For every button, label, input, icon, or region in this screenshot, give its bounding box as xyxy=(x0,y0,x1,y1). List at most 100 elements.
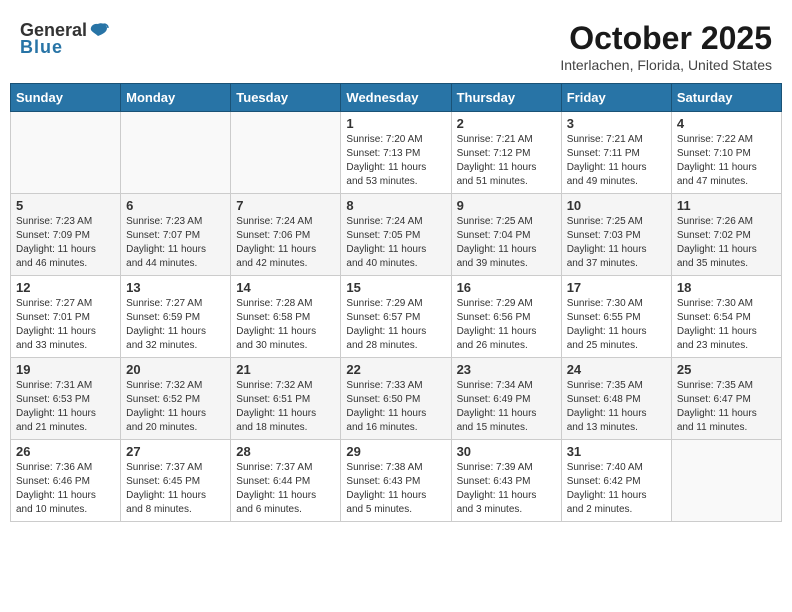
day-info: Sunrise: 7:25 AM Sunset: 7:04 PM Dayligh… xyxy=(457,215,556,271)
day-number: 13 xyxy=(126,280,225,295)
calendar-day-15: 15 Sunrise: 7:29 AM Sunset: 6:57 PM Dayli… xyxy=(341,276,451,358)
day-info: Sunrise: 7:39 AM Sunset: 6:43 PM Dayligh… xyxy=(457,461,556,517)
calendar-day-5: 5Sunrise: 7:23 AM Sunset: 7:09 PM Daylig… xyxy=(11,194,121,276)
weekday-header-sunday: Sunday xyxy=(11,84,121,112)
day-info: Sunrise: 7:23 AM Sunset: 7:09 PM Dayligh… xyxy=(16,215,115,271)
day-number: 26 xyxy=(16,444,115,459)
calendar-day-10: 10 Sunrise: 7:25 AM Sunset: 7:03 PM Dayli… xyxy=(561,194,671,276)
calendar-day-12: 12 Sunrise: 7:27 AM Sunset: 7:01 PM Dayli… xyxy=(11,276,121,358)
calendar-week-row: 26Sunrise: 7:36 AM Sunset: 6:46 PM Dayli… xyxy=(11,440,782,522)
calendar-header-row: SundayMondayTuesdayWednesdayThursdayFrid… xyxy=(11,84,782,112)
day-info: Sunrise: 7:30 AM Sunset: 6:54 PM Dayligh… xyxy=(677,297,776,353)
day-info: Sunrise: 7:27 AM Sunset: 7:01 PM Dayligh… xyxy=(16,297,115,353)
logo: General Blue xyxy=(20,20,109,58)
calendar-day-7: 7 Sunrise: 7:24 AM Sunset: 7:06 PM Daylig… xyxy=(231,194,341,276)
day-number: 27 xyxy=(126,444,225,459)
calendar-day-27: 27 Sunrise: 7:37 AM Sunset: 6:45 PM Dayli… xyxy=(121,440,231,522)
day-number: 6 xyxy=(126,198,225,213)
day-info: Sunrise: 7:35 AM Sunset: 6:48 PM Dayligh… xyxy=(567,379,666,435)
day-info: Sunrise: 7:24 AM Sunset: 7:05 PM Dayligh… xyxy=(346,215,445,271)
day-info: Sunrise: 7:20 AM Sunset: 7:13 PM Dayligh… xyxy=(346,133,445,189)
calendar-week-row: 5Sunrise: 7:23 AM Sunset: 7:09 PM Daylig… xyxy=(11,194,782,276)
day-number: 18 xyxy=(677,280,776,295)
day-info: Sunrise: 7:29 AM Sunset: 6:57 PM Dayligh… xyxy=(346,297,445,353)
day-number: 16 xyxy=(457,280,556,295)
day-info: Sunrise: 7:31 AM Sunset: 6:53 PM Dayligh… xyxy=(16,379,115,435)
weekday-header-saturday: Saturday xyxy=(671,84,781,112)
day-number: 10 xyxy=(567,198,666,213)
empty-day-cell xyxy=(231,112,341,194)
title-section: October 2025 Interlachen, Florida, Unite… xyxy=(560,20,772,73)
day-info: Sunrise: 7:25 AM Sunset: 7:03 PM Dayligh… xyxy=(567,215,666,271)
weekday-header-wednesday: Wednesday xyxy=(341,84,451,112)
calendar-day-2: 2 Sunrise: 7:21 AM Sunset: 7:12 PM Daylig… xyxy=(451,112,561,194)
day-info: Sunrise: 7:24 AM Sunset: 7:06 PM Dayligh… xyxy=(236,215,335,271)
day-number: 1 xyxy=(346,116,445,131)
page-header: General Blue October 2025 Interlachen, F… xyxy=(10,10,782,78)
calendar-day-9: 9 Sunrise: 7:25 AM Sunset: 7:04 PM Daylig… xyxy=(451,194,561,276)
calendar-day-19: 19Sunrise: 7:31 AM Sunset: 6:53 PM Dayli… xyxy=(11,358,121,440)
day-info: Sunrise: 7:33 AM Sunset: 6:50 PM Dayligh… xyxy=(346,379,445,435)
day-number: 25 xyxy=(677,362,776,377)
calendar-day-29: 29Sunrise: 7:38 AM Sunset: 6:43 PM Dayli… xyxy=(341,440,451,522)
day-number: 17 xyxy=(567,280,666,295)
day-info: Sunrise: 7:28 AM Sunset: 6:58 PM Dayligh… xyxy=(236,297,335,353)
day-info: Sunrise: 7:37 AM Sunset: 6:45 PM Dayligh… xyxy=(126,461,225,517)
calendar-week-row: 12 Sunrise: 7:27 AM Sunset: 7:01 PM Dayli… xyxy=(11,276,782,358)
day-number: 22 xyxy=(346,362,445,377)
calendar-table: SundayMondayTuesdayWednesdayThursdayFrid… xyxy=(10,83,782,522)
day-info: Sunrise: 7:34 AM Sunset: 6:49 PM Dayligh… xyxy=(457,379,556,435)
day-number: 3 xyxy=(567,116,666,131)
day-info: Sunrise: 7:37 AM Sunset: 6:44 PM Dayligh… xyxy=(236,461,335,517)
day-number: 31 xyxy=(567,444,666,459)
day-number: 21 xyxy=(236,362,335,377)
calendar-day-22: 22 Sunrise: 7:33 AM Sunset: 6:50 PM Dayli… xyxy=(341,358,451,440)
day-number: 8 xyxy=(346,198,445,213)
weekday-header-tuesday: Tuesday xyxy=(231,84,341,112)
calendar-day-1: 1 Sunrise: 7:20 AM Sunset: 7:13 PM Daylig… xyxy=(341,112,451,194)
day-number: 28 xyxy=(236,444,335,459)
day-info: Sunrise: 7:32 AM Sunset: 6:52 PM Dayligh… xyxy=(126,379,225,435)
day-number: 24 xyxy=(567,362,666,377)
empty-day-cell xyxy=(121,112,231,194)
day-info: Sunrise: 7:27 AM Sunset: 6:59 PM Dayligh… xyxy=(126,297,225,353)
month-title: October 2025 xyxy=(560,20,772,57)
location-text: Interlachen, Florida, United States xyxy=(560,57,772,73)
day-info: Sunrise: 7:35 AM Sunset: 6:47 PM Dayligh… xyxy=(677,379,776,435)
day-info: Sunrise: 7:32 AM Sunset: 6:51 PM Dayligh… xyxy=(236,379,335,435)
calendar-day-24: 24 Sunrise: 7:35 AM Sunset: 6:48 PM Dayli… xyxy=(561,358,671,440)
calendar-day-28: 28 Sunrise: 7:37 AM Sunset: 6:44 PM Dayli… xyxy=(231,440,341,522)
calendar-day-17: 17Sunrise: 7:30 AM Sunset: 6:55 PM Dayli… xyxy=(561,276,671,358)
calendar-day-11: 11 Sunrise: 7:26 AM Sunset: 7:02 PM Dayli… xyxy=(671,194,781,276)
day-number: 20 xyxy=(126,362,225,377)
empty-day-cell xyxy=(11,112,121,194)
calendar-day-3: 3 Sunrise: 7:21 AM Sunset: 7:11 PM Daylig… xyxy=(561,112,671,194)
day-number: 7 xyxy=(236,198,335,213)
logo-blue-text: Blue xyxy=(20,37,63,58)
calendar-day-31: 31 Sunrise: 7:40 AM Sunset: 6:42 PM Dayli… xyxy=(561,440,671,522)
day-number: 15 xyxy=(346,280,445,295)
day-number: 9 xyxy=(457,198,556,213)
calendar-day-14: 14 Sunrise: 7:28 AM Sunset: 6:58 PM Dayli… xyxy=(231,276,341,358)
day-number: 14 xyxy=(236,280,335,295)
day-info: Sunrise: 7:40 AM Sunset: 6:42 PM Dayligh… xyxy=(567,461,666,517)
day-info: Sunrise: 7:21 AM Sunset: 7:11 PM Dayligh… xyxy=(567,133,666,189)
calendar-day-30: 30Sunrise: 7:39 AM Sunset: 6:43 PM Dayli… xyxy=(451,440,561,522)
empty-day-cell xyxy=(671,440,781,522)
day-number: 23 xyxy=(457,362,556,377)
day-number: 4 xyxy=(677,116,776,131)
logo-bird-icon xyxy=(87,22,109,40)
calendar-day-25: 25 Sunrise: 7:35 AM Sunset: 6:47 PM Dayli… xyxy=(671,358,781,440)
day-info: Sunrise: 7:21 AM Sunset: 7:12 PM Dayligh… xyxy=(457,133,556,189)
weekday-header-thursday: Thursday xyxy=(451,84,561,112)
day-info: Sunrise: 7:26 AM Sunset: 7:02 PM Dayligh… xyxy=(677,215,776,271)
calendar-day-20: 20 Sunrise: 7:32 AM Sunset: 6:52 PM Dayli… xyxy=(121,358,231,440)
calendar-day-6: 6Sunrise: 7:23 AM Sunset: 7:07 PM Daylig… xyxy=(121,194,231,276)
calendar-day-23: 23 Sunrise: 7:34 AM Sunset: 6:49 PM Dayli… xyxy=(451,358,561,440)
calendar-day-16: 16Sunrise: 7:29 AM Sunset: 6:56 PM Dayli… xyxy=(451,276,561,358)
day-number: 11 xyxy=(677,198,776,213)
day-number: 2 xyxy=(457,116,556,131)
day-number: 12 xyxy=(16,280,115,295)
calendar-week-row: 19Sunrise: 7:31 AM Sunset: 6:53 PM Dayli… xyxy=(11,358,782,440)
calendar-day-8: 8 Sunrise: 7:24 AM Sunset: 7:05 PM Daylig… xyxy=(341,194,451,276)
